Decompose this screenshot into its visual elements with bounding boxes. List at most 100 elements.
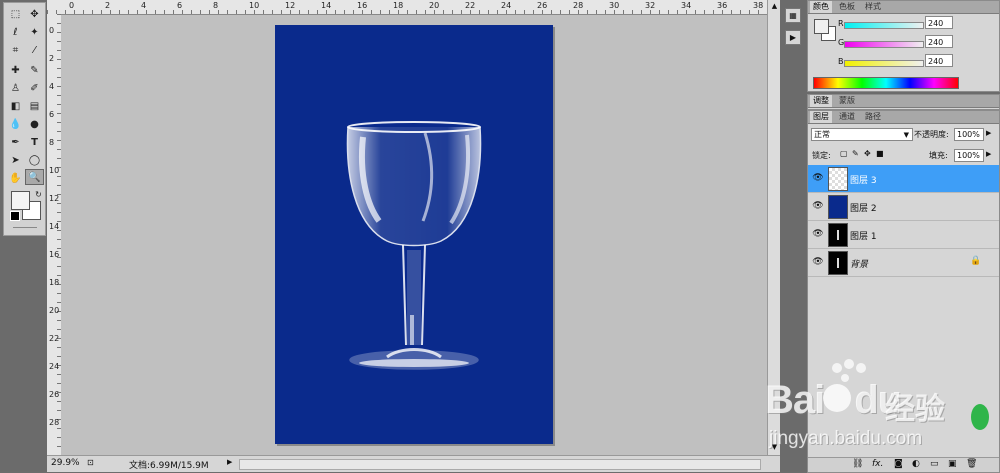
history-brush-tool-icon[interactable]: ✐ xyxy=(25,80,44,96)
tab-paths[interactable]: 路径 xyxy=(862,111,884,123)
blend-mode-select[interactable]: 正常 ▼ xyxy=(811,128,913,141)
g-value[interactable]: 240 xyxy=(925,35,953,48)
layer-thumbnail xyxy=(828,251,848,275)
color-panel-tabs: 颜色 色板 样式 xyxy=(808,1,999,14)
group-icon[interactable]: ▭ xyxy=(930,459,939,469)
eyedropper-tool-icon[interactable]: ⁄ xyxy=(25,42,44,58)
layer-name[interactable]: 图层 1 xyxy=(850,229,877,242)
zoom-level[interactable]: 29.9% xyxy=(51,458,80,468)
ruler-label: 6 xyxy=(49,110,55,119)
status-bar: 29.9% ⊡ 文档:6.99M/15.9M ▶ xyxy=(47,455,780,472)
foreground-swatch[interactable] xyxy=(814,19,829,34)
b-value[interactable]: 240 xyxy=(925,54,953,67)
opacity-arrow-icon[interactable]: ▶ xyxy=(986,129,991,137)
new-layer-icon[interactable]: ▣ xyxy=(948,459,957,469)
dodge-tool-icon[interactable]: ● xyxy=(25,116,44,132)
brush-tool-icon[interactable]: ✎ xyxy=(25,62,44,78)
watermark-brand-bai: Bai xyxy=(765,378,825,422)
fill-arrow-icon[interactable]: ▶ xyxy=(986,150,991,158)
ruler-horizontal: 0 2 4 6 8 10 12 14 16 18 20 22 24 26 28 … xyxy=(47,0,767,15)
glass-thumb-mark xyxy=(837,258,839,268)
magic-wand-tool-icon[interactable]: ✦ xyxy=(25,24,44,40)
quick-mask-divider xyxy=(13,227,37,228)
adjustment-layer-icon[interactable]: ◐ xyxy=(912,459,920,469)
blur-tool-icon[interactable]: 💧 xyxy=(6,116,25,132)
glass-thumb-mark xyxy=(837,230,839,240)
b-slider[interactable] xyxy=(844,60,924,67)
layer-row-1[interactable]: 👁 图层 1 xyxy=(808,221,999,249)
swap-colors-icon[interactable]: ↻ xyxy=(29,186,48,202)
history-icon[interactable]: ▦ xyxy=(785,8,801,23)
color-spectrum-bar[interactable] xyxy=(813,77,959,89)
default-colors-icon[interactable] xyxy=(10,211,20,221)
ruler-label: 20 xyxy=(49,306,60,315)
tab-adjustments[interactable]: 调整 xyxy=(810,95,832,107)
type-tool-icon[interactable]: T xyxy=(25,134,44,150)
eye-icon[interactable]: 👁 xyxy=(811,199,825,213)
fx-icon[interactable]: fx. xyxy=(872,459,883,469)
eye-icon[interactable]: 👁 xyxy=(811,171,825,185)
r-slider[interactable] xyxy=(844,22,924,29)
tab-swatches[interactable]: 色板 xyxy=(836,1,858,13)
trash-icon[interactable]: 🗑 xyxy=(966,459,977,469)
tab-color[interactable]: 颜色 xyxy=(810,1,832,13)
lock-position-icon[interactable]: ✥ xyxy=(864,149,871,158)
status-arrow-icon[interactable]: ▶ xyxy=(227,458,232,466)
ruler-label: 32 xyxy=(645,1,656,10)
lock-transparent-icon[interactable]: ▢ xyxy=(840,149,848,158)
ruler-label: 14 xyxy=(49,222,60,231)
marquee-tool-icon[interactable]: ⬚ xyxy=(6,6,25,22)
pen-tool-icon[interactable]: ✒ xyxy=(6,134,25,150)
adjustments-panel: 调整 蒙版 xyxy=(807,94,1000,110)
path-selection-tool-icon[interactable]: ➤ xyxy=(6,152,25,168)
actions-icon[interactable]: ▶ xyxy=(785,30,801,45)
ruler-label: 24 xyxy=(49,362,60,371)
layer-row-3[interactable]: 👁 图层 3 xyxy=(808,165,999,193)
ruler-label: 38 xyxy=(753,1,764,10)
layer-name[interactable]: 图层 2 xyxy=(850,201,877,214)
scroll-up-icon[interactable]: ▲ xyxy=(770,2,779,11)
ellipse-tool-icon[interactable]: ◯ xyxy=(25,152,44,168)
tab-styles[interactable]: 样式 xyxy=(862,1,884,13)
ruler-label: 34 xyxy=(681,1,692,10)
tab-layers[interactable]: 图层 xyxy=(810,111,832,123)
lasso-tool-icon[interactable]: ℓ xyxy=(6,24,25,40)
gradient-tool-icon[interactable]: ▤ xyxy=(25,98,44,114)
layer-row-2[interactable]: 👁 图层 2 xyxy=(808,193,999,221)
eye-icon[interactable]: 👁 xyxy=(811,255,825,269)
horizontal-scrollbar[interactable] xyxy=(239,459,761,470)
foreground-color-swatch[interactable] xyxy=(11,191,30,210)
tab-masks[interactable]: 蒙版 xyxy=(836,95,858,107)
g-slider[interactable] xyxy=(844,41,924,48)
ruler-label: 6 xyxy=(177,1,183,10)
link-layers-icon[interactable]: ⛓ xyxy=(852,459,863,469)
ruler-label: 22 xyxy=(49,334,60,343)
crop-tool-icon[interactable]: ⌗ xyxy=(6,42,25,58)
clone-stamp-tool-icon[interactable]: ♙ xyxy=(6,80,25,96)
lock-icon: 🔒 xyxy=(970,256,982,266)
document-canvas[interactable] xyxy=(275,25,553,444)
fill-label: 填充: xyxy=(929,151,948,160)
opacity-input[interactable]: 100% xyxy=(954,128,984,141)
eraser-tool-icon[interactable]: ◧ xyxy=(6,98,25,114)
ruler-label: 18 xyxy=(393,1,404,10)
ruler-label: 28 xyxy=(49,418,60,427)
layer-name[interactable]: 图层 3 xyxy=(850,173,877,186)
fill-input[interactable]: 100% xyxy=(954,149,984,162)
lock-image-icon[interactable]: ✎ xyxy=(852,149,859,158)
r-value[interactable]: 240 xyxy=(925,16,953,29)
hand-tool-icon[interactable]: ✋ xyxy=(6,170,25,186)
layer-row-background[interactable]: 👁 背景 🔒 xyxy=(808,249,999,277)
ruler-label: 4 xyxy=(141,1,147,10)
move-tool-icon[interactable]: ✥ xyxy=(25,6,44,22)
lock-all-icon[interactable]: ■ xyxy=(876,149,884,158)
tab-channels[interactable]: 通道 xyxy=(836,111,858,123)
zoom-tool-icon[interactable]: 🔍 xyxy=(25,169,44,185)
add-mask-icon[interactable]: ◙ xyxy=(894,459,903,469)
healing-brush-tool-icon[interactable]: ✚ xyxy=(6,62,25,78)
layer-thumbnail xyxy=(828,223,848,247)
eye-icon[interactable]: 👁 xyxy=(811,227,825,241)
ruler-label: 10 xyxy=(49,166,60,175)
status-icon[interactable]: ⊡ xyxy=(87,458,94,467)
layer-name[interactable]: 背景 xyxy=(850,257,868,270)
